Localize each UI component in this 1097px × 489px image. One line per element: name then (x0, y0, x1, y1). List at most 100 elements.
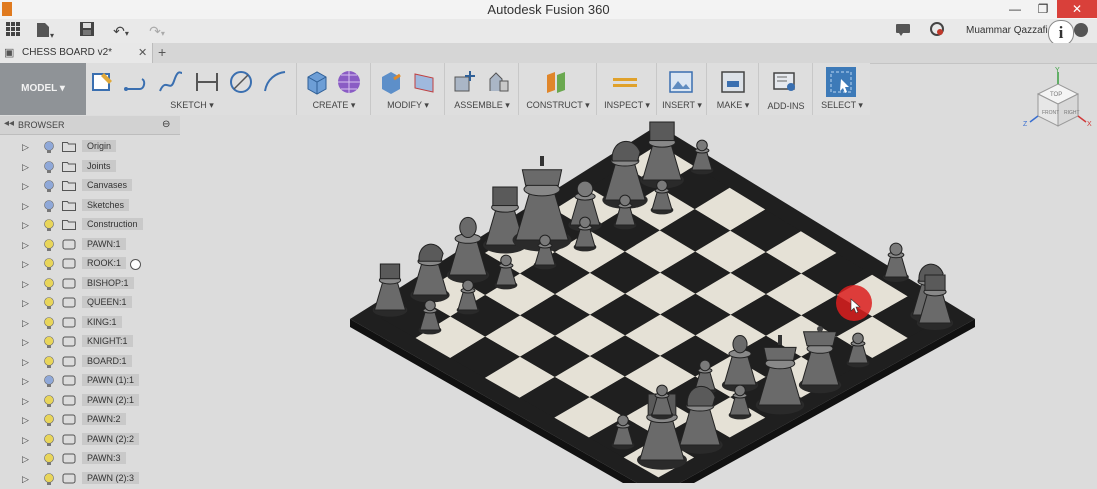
visibility-bulb-icon[interactable] (42, 355, 56, 369)
save-icon[interactable] (76, 22, 98, 40)
browser-item[interactable]: ▷ Sketches (0, 197, 180, 216)
box-icon[interactable] (304, 69, 330, 95)
insert-group[interactable]: INSERT ▾ (658, 63, 707, 115)
workspace-switcher[interactable]: MODEL ▾ (0, 63, 86, 115)
chat-icon[interactable] (892, 22, 914, 40)
model-canvas[interactable] (180, 115, 1097, 483)
sketch-group[interactable]: SKETCH ▾ (88, 63, 297, 115)
expand-icon[interactable]: ▷ (22, 279, 29, 290)
browser-item[interactable]: ▷ BOARD:1 (0, 353, 180, 372)
add-ins-menu[interactable]: ADD-INS (760, 101, 812, 111)
joint-icon[interactable] (486, 69, 512, 95)
undo-icon[interactable]: ↶▾ (110, 22, 132, 40)
create-group[interactable]: CREATE ▾ (298, 63, 371, 115)
expand-icon[interactable]: ▷ (22, 396, 29, 407)
browser-item[interactable]: ▷ PAWN:2 (0, 411, 180, 430)
assemble-group[interactable]: ASSEMBLE ▾ (446, 63, 519, 115)
collapse-icon[interactable]: ◂◂ (4, 118, 14, 129)
browser-item[interactable]: ▷ KING:1 (0, 314, 180, 333)
expand-icon[interactable]: ▷ (22, 259, 29, 270)
modify-menu[interactable]: MODIFY ▾ (372, 100, 444, 111)
expand-icon[interactable]: ▷ (22, 376, 29, 387)
create-menu[interactable]: CREATE ▾ (298, 100, 370, 111)
expand-icon[interactable]: ▷ (22, 454, 29, 465)
line-icon[interactable] (124, 69, 150, 95)
browser-item[interactable]: ▷ PAWN (2):2 (0, 431, 180, 450)
select-menu[interactable]: SELECT ▾ (814, 100, 870, 111)
browser-item[interactable]: ▷ BISHOP:1 (0, 275, 180, 294)
visibility-bulb-icon[interactable] (42, 179, 56, 193)
circle-icon[interactable] (228, 69, 254, 95)
insert-image-icon[interactable] (668, 69, 694, 95)
visibility-bulb-icon[interactable] (42, 335, 56, 349)
cube-face-front[interactable]: FRONT (1042, 110, 1059, 116)
clock-icon[interactable] (926, 22, 948, 40)
expand-icon[interactable]: ▷ (22, 162, 29, 173)
minimize-icon[interactable]: — (1001, 0, 1029, 18)
new-component-icon[interactable] (452, 69, 478, 95)
dimension-icon[interactable] (194, 69, 220, 95)
view-cube[interactable]: TOP FRONT RIGHT Y Z X (1020, 66, 1096, 138)
select-icon[interactable] (826, 67, 856, 97)
expand-icon[interactable]: ▷ (22, 435, 29, 446)
make-menu[interactable]: MAKE ▾ (708, 100, 758, 111)
expand-icon[interactable]: ▷ (22, 357, 29, 368)
browser-item[interactable]: ▷ Joints (0, 158, 180, 177)
browser-item[interactable]: ▷ PAWN (2):1 (0, 392, 180, 411)
visibility-bulb-icon[interactable] (42, 257, 56, 271)
construct-group[interactable]: CONSTRUCT ▾ (520, 63, 597, 115)
browser-item[interactable]: ▷ PAWN:3 (0, 450, 180, 469)
pin-icon[interactable]: ⊖ (162, 119, 170, 130)
browser-item[interactable]: ▷ PAWN:1 (0, 236, 180, 255)
insert-menu[interactable]: INSERT ▾ (658, 100, 706, 111)
offset-plane-icon[interactable] (544, 69, 570, 95)
expand-icon[interactable]: ▷ (22, 240, 29, 251)
expand-icon[interactable]: ▷ (22, 181, 29, 192)
expand-icon[interactable]: ▷ (22, 220, 29, 231)
visibility-bulb-icon[interactable] (42, 160, 56, 174)
make-group[interactable]: MAKE ▾ (708, 63, 759, 115)
grid-icon[interactable] (2, 22, 24, 40)
restore-icon[interactable]: ❐ (1029, 0, 1057, 18)
browser-item[interactable]: ▷ Canvases (0, 177, 180, 196)
sphere-icon[interactable] (336, 69, 362, 95)
visibility-bulb-icon[interactable] (42, 238, 56, 252)
visibility-bulb-icon[interactable] (42, 413, 56, 427)
cube-face-right[interactable]: RIGHT (1064, 110, 1080, 116)
expand-icon[interactable]: ▷ (22, 201, 29, 212)
visibility-bulb-icon[interactable] (42, 394, 56, 408)
expand-icon[interactable]: ▷ (22, 337, 29, 348)
fillet-icon[interactable] (412, 69, 438, 95)
visibility-bulb-icon[interactable] (42, 452, 56, 466)
browser-item[interactable]: ▷ Origin (0, 138, 180, 157)
expand-icon[interactable]: ▷ (22, 298, 29, 309)
tab-close-icon[interactable]: ✕ (138, 46, 147, 59)
visibility-bulb-icon[interactable] (42, 199, 56, 213)
expand-icon[interactable]: ▷ (22, 415, 29, 426)
new-tab-button[interactable]: + (158, 44, 166, 60)
arc-icon[interactable] (262, 69, 288, 95)
activate-component-radio[interactable] (130, 259, 141, 270)
inspect-menu[interactable]: INSPECT ▾ (598, 100, 656, 111)
expand-icon[interactable]: ▷ (22, 318, 29, 329)
expand-icon[interactable]: ▷ (22, 142, 29, 153)
close-icon[interactable]: ✕ (1057, 0, 1097, 18)
visibility-bulb-icon[interactable] (42, 296, 56, 310)
visibility-bulb-icon[interactable] (42, 277, 56, 291)
browser-item[interactable]: ▷ PAWN (1):1 (0, 372, 180, 391)
visibility-bulb-icon[interactable] (42, 316, 56, 330)
3d-print-icon[interactable] (720, 69, 746, 95)
browser-item[interactable]: ▷ Construction (0, 216, 180, 235)
cube-face-top[interactable]: TOP (1050, 92, 1062, 98)
redo-icon[interactable]: ↷▾ (146, 22, 168, 40)
select-group[interactable]: SELECT ▾ (814, 63, 870, 115)
spline-icon[interactable] (158, 69, 184, 95)
inspect-group[interactable]: INSPECT ▾ (598, 63, 657, 115)
visibility-bulb-icon[interactable] (42, 374, 56, 388)
construct-menu[interactable]: CONSTRUCT ▾ (520, 100, 596, 111)
add-ins-group[interactable]: ADD-INS (760, 63, 813, 115)
sketch-menu[interactable]: SKETCH ▾ (88, 100, 296, 111)
modify-group[interactable]: MODIFY ▾ (372, 63, 445, 115)
browser-item[interactable]: ▷ ROOK:1 (0, 255, 180, 274)
scripts-icon[interactable] (772, 69, 798, 95)
